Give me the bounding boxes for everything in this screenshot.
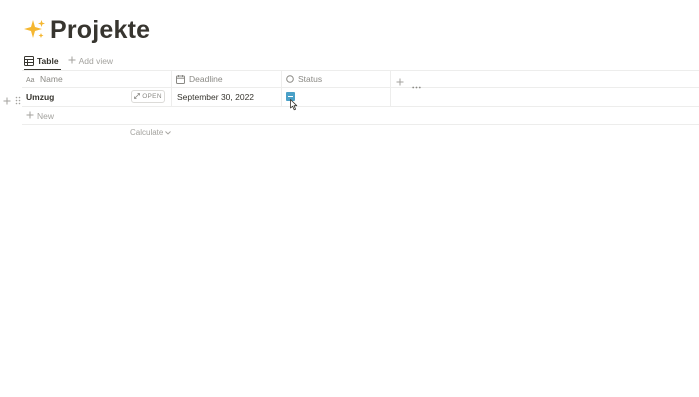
new-row-button[interactable]: New: [26, 111, 54, 121]
new-row-label: New: [37, 111, 55, 121]
column-divider: [390, 70, 391, 106]
add-property-button[interactable]: [396, 73, 404, 91]
page-title: Projekte: [50, 15, 151, 44]
table-icon: [24, 56, 34, 66]
column-header-label: Deadline: [189, 74, 223, 84]
calculate-button[interactable]: Calculate: [130, 128, 172, 137]
tab-table[interactable]: Table: [24, 52, 61, 71]
plus-icon: [26, 111, 34, 121]
column-header-name[interactable]: Aa Name: [26, 72, 63, 86]
divider: [22, 124, 699, 125]
ellipsis-icon: [412, 76, 421, 93]
divider: [22, 106, 699, 107]
divider: [22, 87, 699, 88]
open-label: OPEN: [142, 93, 162, 100]
row-handles: [3, 92, 21, 110]
calculate-label: Calculate: [130, 128, 164, 137]
plus-icon: [396, 73, 404, 90]
column-header-label: Status: [298, 74, 323, 84]
page-header: Projekte: [24, 14, 150, 46]
mouse-cursor-icon: [290, 98, 299, 116]
column-header-label: Name: [40, 74, 63, 84]
divider: [22, 70, 699, 71]
sparkles-icon: [24, 20, 45, 38]
cell-deadline[interactable]: September 30, 2022: [177, 92, 254, 102]
drag-handle-icon[interactable]: [15, 92, 21, 110]
add-view-label: Add view: [78, 56, 114, 66]
calendar-icon: [176, 74, 185, 84]
column-divider: [171, 70, 172, 106]
expand-icon: [134, 92, 141, 101]
select-icon: [286, 75, 294, 83]
open-page-button[interactable]: OPEN: [131, 90, 165, 103]
tab-table-label: Table: [37, 56, 59, 66]
plus-icon: [68, 56, 76, 66]
add-row-icon[interactable]: [3, 92, 11, 110]
more-options-button[interactable]: [412, 76, 421, 94]
column-header-deadline[interactable]: Deadline: [176, 72, 223, 86]
svg-text:Aa: Aa: [26, 77, 35, 83]
text-icon: Aa: [26, 75, 36, 83]
column-divider: [281, 70, 282, 106]
view-bar: Table Add view: [24, 52, 114, 71]
cell-name[interactable]: Umzug: [26, 92, 54, 102]
chevron-down-icon: [165, 128, 172, 137]
add-view-button[interactable]: Add view: [68, 56, 114, 66]
column-header-status[interactable]: Status: [286, 72, 322, 86]
